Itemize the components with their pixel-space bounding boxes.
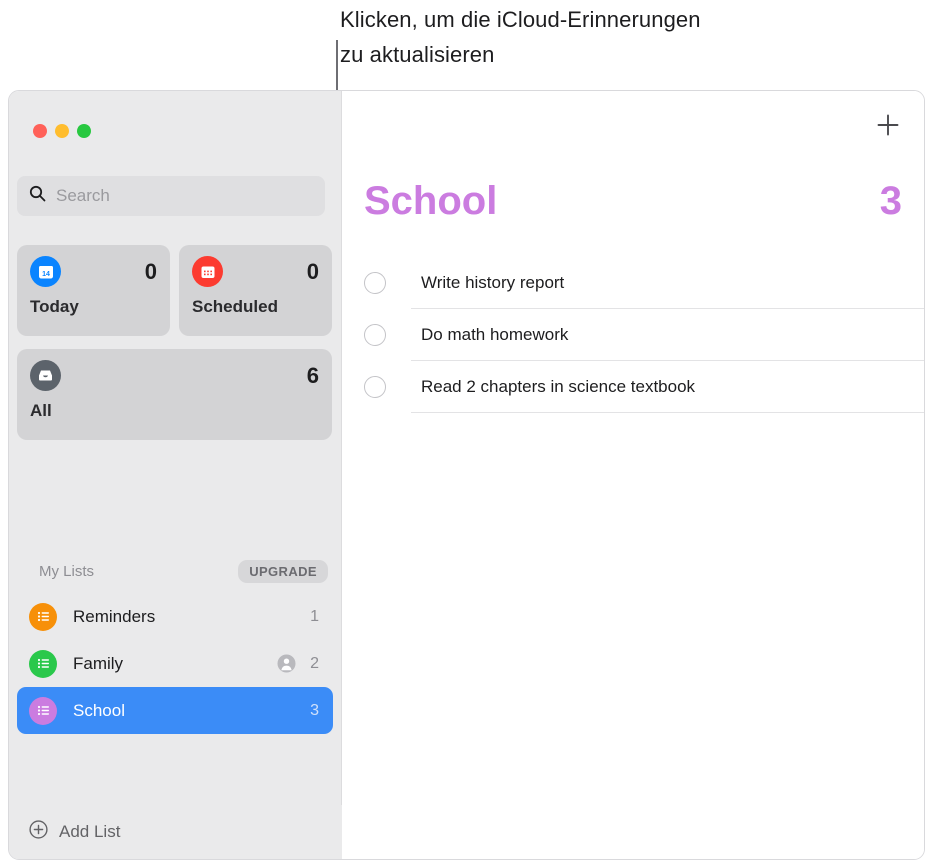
smart-list-cards: 14 0 Today 0 Scheduled [17,245,333,336]
sidebar-item-family[interactable]: Family 2 [17,640,333,687]
reminders-window: Search 14 0 Today 0 Scheduled 6 All My L… [8,90,925,860]
all-label: All [30,401,52,420]
add-reminder-button[interactable] [874,113,902,141]
zoom-button[interactable] [77,124,91,138]
add-list-label: Add List [59,822,121,841]
screenshot-root: Klicken, um die iCloud-Erinnerungen zu a… [0,0,931,865]
list-name: Reminders [73,606,156,626]
list-count: 1 [310,607,319,625]
all-count: 6 [306,362,319,388]
inbox-icon [30,360,61,391]
scheduled-label: Scheduled [192,297,278,316]
shared-person-icon [277,654,296,673]
list-bullet-icon [29,649,57,678]
window-traffic-lights [33,124,91,138]
upgrade-badge[interactable]: UPGRADE [238,559,328,583]
add-list-button[interactable]: Add List [9,805,342,859]
minimize-button[interactable] [55,124,69,138]
sidebar-item-reminders[interactable]: Reminders 1 [17,593,333,640]
sidebar-item-school[interactable]: School 3 [17,687,333,734]
reminder-row[interactable]: Read 2 chapters in science textbook [354,361,924,413]
reminder-text: Read 2 chapters in science textbook [421,377,696,396]
close-button[interactable] [33,124,47,138]
reminder-list: Write history report Do math homework Re… [354,257,924,413]
smart-list-scheduled[interactable]: 0 Scheduled [179,245,332,336]
plus-circle-icon [29,820,48,844]
reminder-checkbox[interactable] [364,376,386,398]
main-content: School 3 Write history report Do math ho… [342,91,924,859]
reminder-checkbox[interactable] [364,272,386,294]
list-name: School [73,700,125,720]
my-lists-label: My Lists [39,562,95,580]
scheduled-count: 0 [306,258,319,284]
reminder-row[interactable]: Do math homework [354,309,924,361]
user-lists: Reminders 1 Family 2 School 3 [17,593,333,734]
svg-text:14: 14 [42,271,50,278]
list-header: School 3 [364,179,902,224]
smart-list-all[interactable]: 6 All [17,349,332,440]
reminder-text: Write history report [421,273,565,292]
sidebar: Search 14 0 Today 0 Scheduled 6 All My L… [9,91,342,859]
list-bullet-icon [29,602,57,631]
plus-icon [875,112,901,143]
reminder-text: Do math homework [421,325,569,344]
page-count: 3 [879,179,902,223]
list-bullet-icon [29,696,57,725]
calendar-day-icon: 14 [30,256,61,287]
today-label: Today [30,297,79,316]
callout-text: Klicken, um die iCloud-Erinnerungen zu a… [340,7,701,67]
search-placeholder: Search [56,186,110,205]
today-count: 0 [144,258,157,284]
search-icon [29,185,46,207]
page-title: School [364,179,498,223]
calendar-grid-icon [192,256,223,287]
smart-list-today[interactable]: 14 0 Today [17,245,170,336]
search-input[interactable]: Search [17,176,325,216]
list-count: 3 [310,701,319,719]
list-count: 2 [310,654,319,672]
list-name: Family [73,653,124,673]
reminder-checkbox[interactable] [364,324,386,346]
row-separator [411,412,924,413]
reminder-row[interactable]: Write history report [354,257,924,309]
my-lists-header: My Lists UPGRADE [9,557,342,585]
